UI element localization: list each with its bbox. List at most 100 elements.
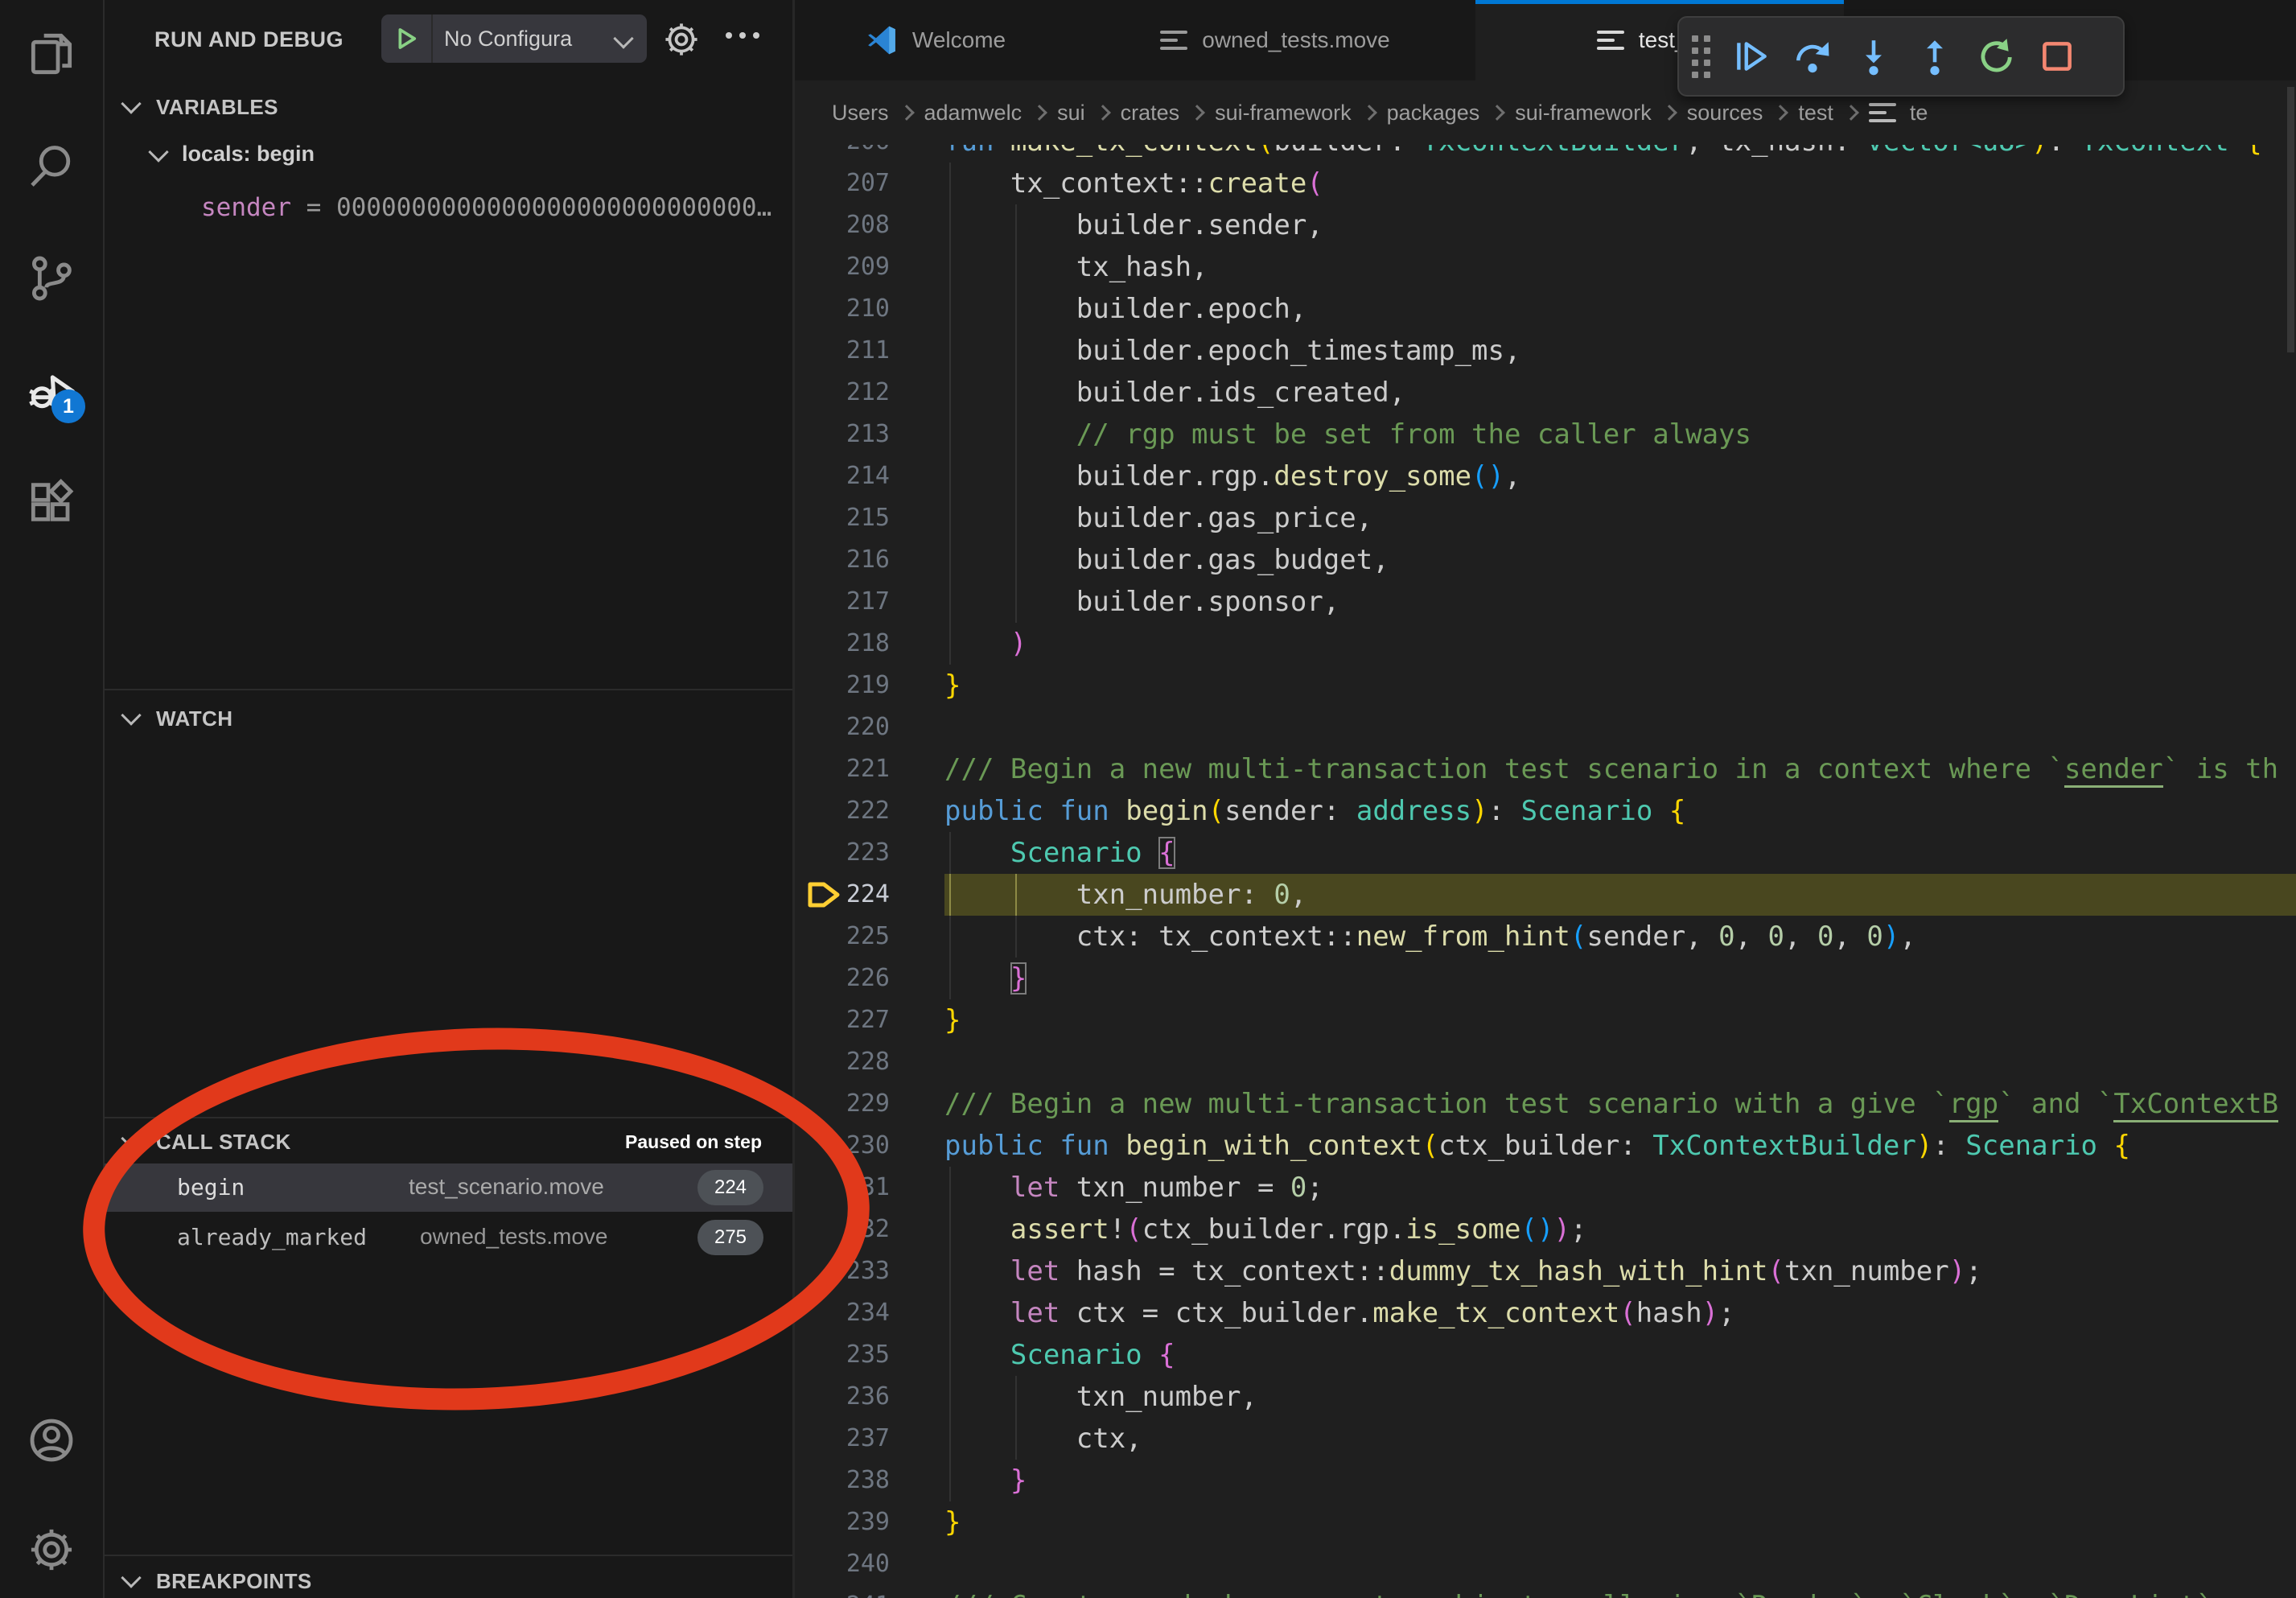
line-number[interactable]: 213 bbox=[795, 414, 890, 455]
line-number[interactable]: 212 bbox=[795, 372, 890, 414]
debug-restart-button[interactable] bbox=[1971, 31, 2021, 81]
code-line[interactable]: 213 // rgp must be set from the caller a… bbox=[795, 414, 2296, 455]
code-text[interactable]: } bbox=[944, 999, 2296, 1041]
line-number[interactable]: 216 bbox=[795, 539, 890, 581]
code-line[interactable]: 220 bbox=[795, 706, 2296, 748]
code-text[interactable]: builder.sponsor, bbox=[944, 581, 2296, 623]
code-text[interactable]: /// Begin a new multi-transaction test s… bbox=[944, 1083, 2296, 1125]
variable-row[interactable]: sender = 0000000000000000000000000000… bbox=[201, 193, 772, 222]
breadcrumb-item[interactable]: sources bbox=[1687, 101, 1763, 126]
code-line[interactable]: 207 tx_context::create( bbox=[795, 163, 2296, 204]
code-line[interactable]: 225 ctx: tx_context::new_from_hint(sende… bbox=[795, 916, 2296, 958]
code-text[interactable]: let hash = tx_context::dummy_tx_hash_wit… bbox=[944, 1250, 2296, 1292]
code-line[interactable]: 236 txn_number, bbox=[795, 1376, 2296, 1418]
code-line[interactable]: 227} bbox=[795, 999, 2296, 1041]
activitybar-item-explorer[interactable] bbox=[26, 28, 77, 80]
watch-collapse-chevron-icon[interactable] bbox=[121, 705, 141, 725]
line-number[interactable]: 238 bbox=[795, 1460, 890, 1501]
code-line[interactable]: 218 ) bbox=[795, 623, 2296, 665]
code-text[interactable]: builder.ids_created, bbox=[944, 372, 2296, 414]
code-line[interactable]: 232 assert!(ctx_builder.rgp.is_some()); bbox=[795, 1209, 2296, 1250]
code-text[interactable]: let ctx = ctx_builder.make_tx_context(ha… bbox=[944, 1292, 2296, 1334]
line-number[interactable]: 240 bbox=[795, 1543, 890, 1585]
code-line[interactable]: 234 let ctx = ctx_builder.make_tx_contex… bbox=[795, 1292, 2296, 1334]
breadcrumb-item[interactable]: packages bbox=[1387, 101, 1480, 126]
line-number[interactable]: 217 bbox=[795, 581, 890, 623]
line-number[interactable]: 221 bbox=[795, 748, 890, 790]
line-number[interactable]: 239 bbox=[795, 1501, 890, 1543]
line-number[interactable]: 220 bbox=[795, 706, 890, 748]
line-number[interactable]: 208 bbox=[795, 204, 890, 246]
code-line[interactable]: 237 ctx, bbox=[795, 1418, 2296, 1460]
line-number[interactable]: 215 bbox=[795, 497, 890, 539]
activitybar-item-search[interactable] bbox=[26, 141, 77, 192]
code-line[interactable]: 235 Scenario { bbox=[795, 1334, 2296, 1376]
code-text[interactable]: let txn_number = 0; bbox=[944, 1167, 2296, 1209]
line-number[interactable]: 227 bbox=[795, 999, 890, 1041]
code-line[interactable]: 212 builder.ids_created, bbox=[795, 372, 2296, 414]
code-line[interactable]: 209 tx_hash, bbox=[795, 246, 2296, 288]
line-number[interactable]: 218 bbox=[795, 623, 890, 665]
code-text[interactable] bbox=[944, 1041, 2296, 1083]
code-line[interactable]: 231 let txn_number = 0; bbox=[795, 1167, 2296, 1209]
breadcrumb-item[interactable]: Users bbox=[832, 101, 889, 126]
line-number[interactable]: 241 bbox=[795, 1585, 890, 1598]
breadcrumb-item[interactable]: adamwelc bbox=[924, 101, 1023, 126]
code-line[interactable]: 226 } bbox=[795, 958, 2296, 999]
code-text[interactable]: txn_number, bbox=[944, 1376, 2296, 1418]
code-text[interactable] bbox=[944, 1543, 2296, 1585]
code-text[interactable]: } bbox=[944, 1460, 2296, 1501]
breadcrumb-file[interactable]: te bbox=[1910, 101, 1928, 126]
code-text[interactable]: tx_context::create( bbox=[944, 163, 2296, 204]
breadcrumb-item[interactable]: sui-framework bbox=[1215, 101, 1352, 126]
debug-continue-button[interactable] bbox=[1726, 31, 1776, 81]
debug-config-dropdown[interactable]: No Configura bbox=[381, 14, 647, 63]
debug-settings-button[interactable] bbox=[661, 19, 702, 60]
line-number[interactable]: 214 bbox=[795, 455, 890, 497]
debug-step-over-button[interactable] bbox=[1788, 31, 1837, 81]
code-line[interactable]: 239} bbox=[795, 1501, 2296, 1543]
activitybar-item-source-control[interactable] bbox=[26, 253, 77, 304]
code-text[interactable]: tx_hash, bbox=[944, 246, 2296, 288]
code-line[interactable]: 222 public fun begin(sender: address): Sc… bbox=[795, 790, 2296, 832]
line-number[interactable]: 235 bbox=[795, 1334, 890, 1376]
debug-step-into-button[interactable] bbox=[1849, 31, 1899, 81]
line-number[interactable]: 210 bbox=[795, 288, 890, 330]
code-line[interactable]: 224 txn_number: 0, bbox=[795, 874, 2296, 916]
breakpoints-section-header[interactable]: BREAKPOINTS bbox=[156, 1569, 312, 1594]
start-debug-button[interactable] bbox=[381, 14, 433, 63]
code-text[interactable]: txn_number: 0, bbox=[944, 874, 2296, 916]
code-line[interactable]: 238 } bbox=[795, 1460, 2296, 1501]
code-text[interactable]: ) bbox=[944, 623, 2296, 665]
line-number[interactable]: 209 bbox=[795, 246, 890, 288]
debug-stop-button[interactable] bbox=[2032, 31, 2082, 81]
code-line[interactable]: 219} bbox=[795, 665, 2296, 706]
line-number[interactable]: 207 bbox=[795, 163, 890, 204]
code-line[interactable]: 216 builder.gas_budget, bbox=[795, 539, 2296, 581]
code-line[interactable]: 240 bbox=[795, 1543, 2296, 1585]
breakpoints-collapse-chevron-icon[interactable] bbox=[121, 1567, 141, 1588]
line-number[interactable]: 236 bbox=[795, 1376, 890, 1418]
line-number[interactable]: 233 bbox=[795, 1250, 890, 1292]
tab-welcome[interactable]: Welcome bbox=[795, 0, 1076, 80]
code-line[interactable]: 223 Scenario { bbox=[795, 832, 2296, 874]
line-number[interactable]: 219 bbox=[795, 665, 890, 706]
code-text[interactable]: ctx, bbox=[944, 1418, 2296, 1460]
code-line[interactable]: 221/// Begin a new multi-transaction tes… bbox=[795, 748, 2296, 790]
code-text[interactable]: builder.epoch_timestamp_ms, bbox=[944, 330, 2296, 372]
code-text[interactable]: builder.gas_budget, bbox=[944, 539, 2296, 581]
line-number[interactable]: 232 bbox=[795, 1209, 890, 1250]
code-text[interactable]: /// Creates and shares system objects, a… bbox=[944, 1585, 2296, 1598]
code-text[interactable]: public fun begin(sender: address): Scena… bbox=[944, 790, 2296, 832]
code-text[interactable]: assert!(ctx_builder.rgp.is_some()); bbox=[944, 1209, 2296, 1250]
code-text[interactable]: } bbox=[944, 665, 2296, 706]
code-editor[interactable]: 206fun make_tx_context(builder: TxContex… bbox=[795, 0, 2296, 1598]
code-line[interactable]: 230public fun begin_with_context(ctx_bui… bbox=[795, 1125, 2296, 1167]
watch-section-header[interactable]: WATCH bbox=[156, 706, 232, 731]
callstack-frame[interactable]: begin test_scenario.move 224 bbox=[105, 1163, 792, 1212]
line-number[interactable]: 226 bbox=[795, 958, 890, 999]
code-text[interactable]: Scenario { bbox=[944, 1334, 2296, 1376]
line-number[interactable]: 222 bbox=[795, 790, 890, 832]
breadcrumb-item[interactable]: sui bbox=[1057, 101, 1085, 126]
code-text[interactable]: ctx: tx_context::new_from_hint(sender, 0… bbox=[944, 916, 2296, 958]
